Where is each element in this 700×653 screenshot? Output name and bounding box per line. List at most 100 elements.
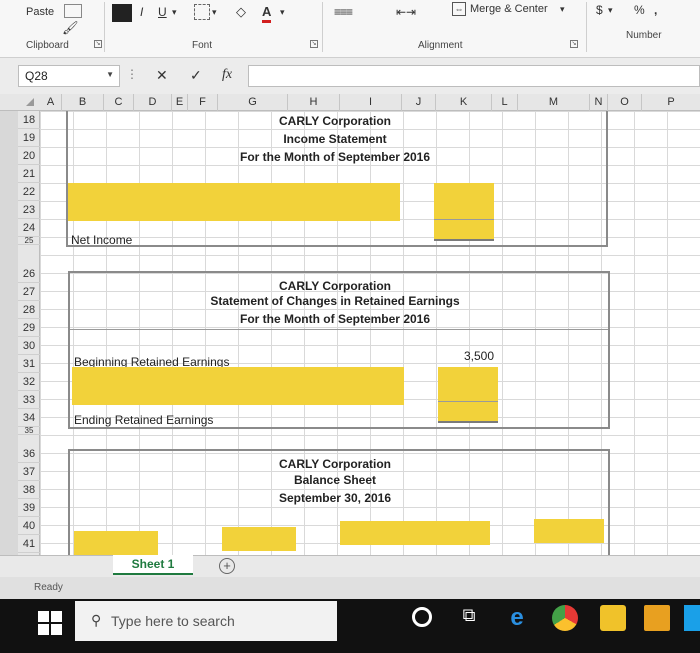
row-header[interactable]: 38 [18,481,40,499]
row-header[interactable]: 26 [18,265,40,283]
row-header[interactable]: 35 [18,427,40,435]
enter-entry-icon[interactable]: ✓ [190,67,202,84]
column-header[interactable]: D [134,94,172,111]
total-rule [438,401,498,402]
copy-icon[interactable] [64,4,82,18]
column-header[interactable]: J [402,94,436,111]
column-header[interactable]: N [590,94,608,111]
income-value-input[interactable] [434,183,494,239]
font-color-button[interactable]: A [262,4,272,23]
chrome-browser-icon[interactable] [552,605,578,631]
sheet-tab[interactable]: Sheet 1 [113,555,193,575]
chevron-down-icon[interactable]: ▼ [106,70,114,79]
row-header[interactable]: 34 [18,409,40,427]
row-header[interactable]: 36 [18,445,40,463]
taskbar-search[interactable]: ⚲ Type here to search [75,601,337,641]
row-header[interactable]: 21 [18,165,40,183]
re-value-input[interactable] [438,367,498,423]
bs-input-3[interactable] [340,521,490,545]
merge-icon[interactable]: ⇔ [452,2,466,16]
row-header[interactable]: 32 [18,373,40,391]
column-header[interactable]: O [608,94,642,111]
row-header[interactable]: 40 [18,517,40,535]
currency-button[interactable]: $ [596,2,603,18]
column-header[interactable]: P [642,94,700,111]
comma-style-icon[interactable]: , [654,2,657,18]
row-header[interactable]: 30 [18,337,40,355]
row-header[interactable]: 37 [18,463,40,481]
app-icon[interactable] [684,605,700,631]
row-header[interactable]: 28 [18,301,40,319]
chevron-down-icon[interactable]: ▾ [560,1,565,17]
row-header[interactable]: 18 [18,111,40,129]
task-view-icon[interactable]: ⧉ [456,605,482,631]
row-header[interactable]: 20 [18,147,40,165]
alignment-launcher-icon[interactable]: ↘ [570,40,578,48]
row-header[interactable]: 31 [18,355,40,373]
cortana-icon[interactable] [412,607,432,627]
formula-bar: Q28 ▼ ⋮ ✕ ✓ fx [0,58,700,94]
cell-grid[interactable]: CARLY Corporation Income Statement For t… [40,111,700,555]
format-painter-icon[interactable]: 🖌 [62,20,79,36]
column-header[interactable]: H [288,94,340,111]
add-sheet-icon[interactable]: + [219,558,235,574]
cancel-entry-icon[interactable]: ✕ [156,67,168,84]
percent-button[interactable]: % [634,2,645,18]
bs-input-4[interactable] [534,519,604,543]
income-statement-title: Income Statement [283,132,387,146]
column-header[interactable]: L [492,94,518,111]
font-launcher-icon[interactable]: ↘ [310,40,318,48]
italic-button[interactable]: I [140,4,143,20]
column-header[interactable]: F [188,94,218,111]
column-header[interactable]: G [218,94,288,111]
alignment-group-label: Alignment [418,40,463,51]
insert-function-button[interactable]: fx [222,67,232,83]
row-header[interactable]: 24 [18,219,40,237]
clipboard-launcher-icon[interactable]: ↘ [94,40,102,48]
row-header[interactable]: 33 [18,391,40,409]
row-header[interactable]: 41 [18,535,40,553]
row-header[interactable]: 23 [18,201,40,219]
name-box[interactable]: Q28 ▼ [18,65,120,87]
windows-start-icon[interactable] [38,611,62,635]
border-icon[interactable] [194,4,210,20]
row-header[interactable]: 39 [18,499,40,517]
name-box-value: Q28 [25,69,48,83]
chevron-down-icon[interactable]: ▾ [608,2,613,18]
re-company-title: CARLY Corporation [278,279,391,293]
indent-icon[interactable]: ⇤⇥ [396,4,416,20]
column-header[interactable]: A [40,94,62,111]
file-explorer-icon[interactable] [644,605,670,631]
chevron-down-icon[interactable]: ▾ [212,4,217,20]
income-input-area[interactable] [68,183,400,221]
bs-company-title: CARLY Corporation [278,457,391,471]
row-header[interactable]: 19 [18,129,40,147]
column-header[interactable]: I [340,94,402,111]
formula-input[interactable] [248,65,700,87]
merge-center-button[interactable]: Merge & Center [470,1,548,17]
store-icon[interactable] [600,605,626,631]
bs-input-1[interactable] [74,531,158,555]
bold-button[interactable] [112,4,132,22]
column-header[interactable]: M [518,94,590,111]
more-options-icon[interactable]: ⋮ [126,67,138,81]
row-header[interactable]: 29 [18,319,40,337]
row-header[interactable]: 22 [18,183,40,201]
re-input-area[interactable] [72,367,404,405]
chevron-down-icon[interactable]: ▾ [280,4,285,20]
paste-button[interactable]: Paste [26,4,54,20]
row-header[interactable]: 25 [18,237,40,245]
align-left-icon[interactable]: ≡≡≡ [334,4,353,20]
divider [586,2,587,52]
fill-color-icon[interactable]: ◇ [236,4,246,20]
column-header[interactable]: C [104,94,134,111]
edge-browser-icon[interactable]: e [504,605,530,631]
underline-button[interactable]: U [158,4,167,20]
column-header[interactable]: B [62,94,104,111]
row-header[interactable]: 27 [18,283,40,301]
bs-input-2[interactable] [222,527,296,551]
column-header[interactable]: K [436,94,492,111]
select-all-corner[interactable] [0,94,40,111]
column-header[interactable]: E [172,94,188,111]
chevron-down-icon[interactable]: ▾ [172,4,177,20]
